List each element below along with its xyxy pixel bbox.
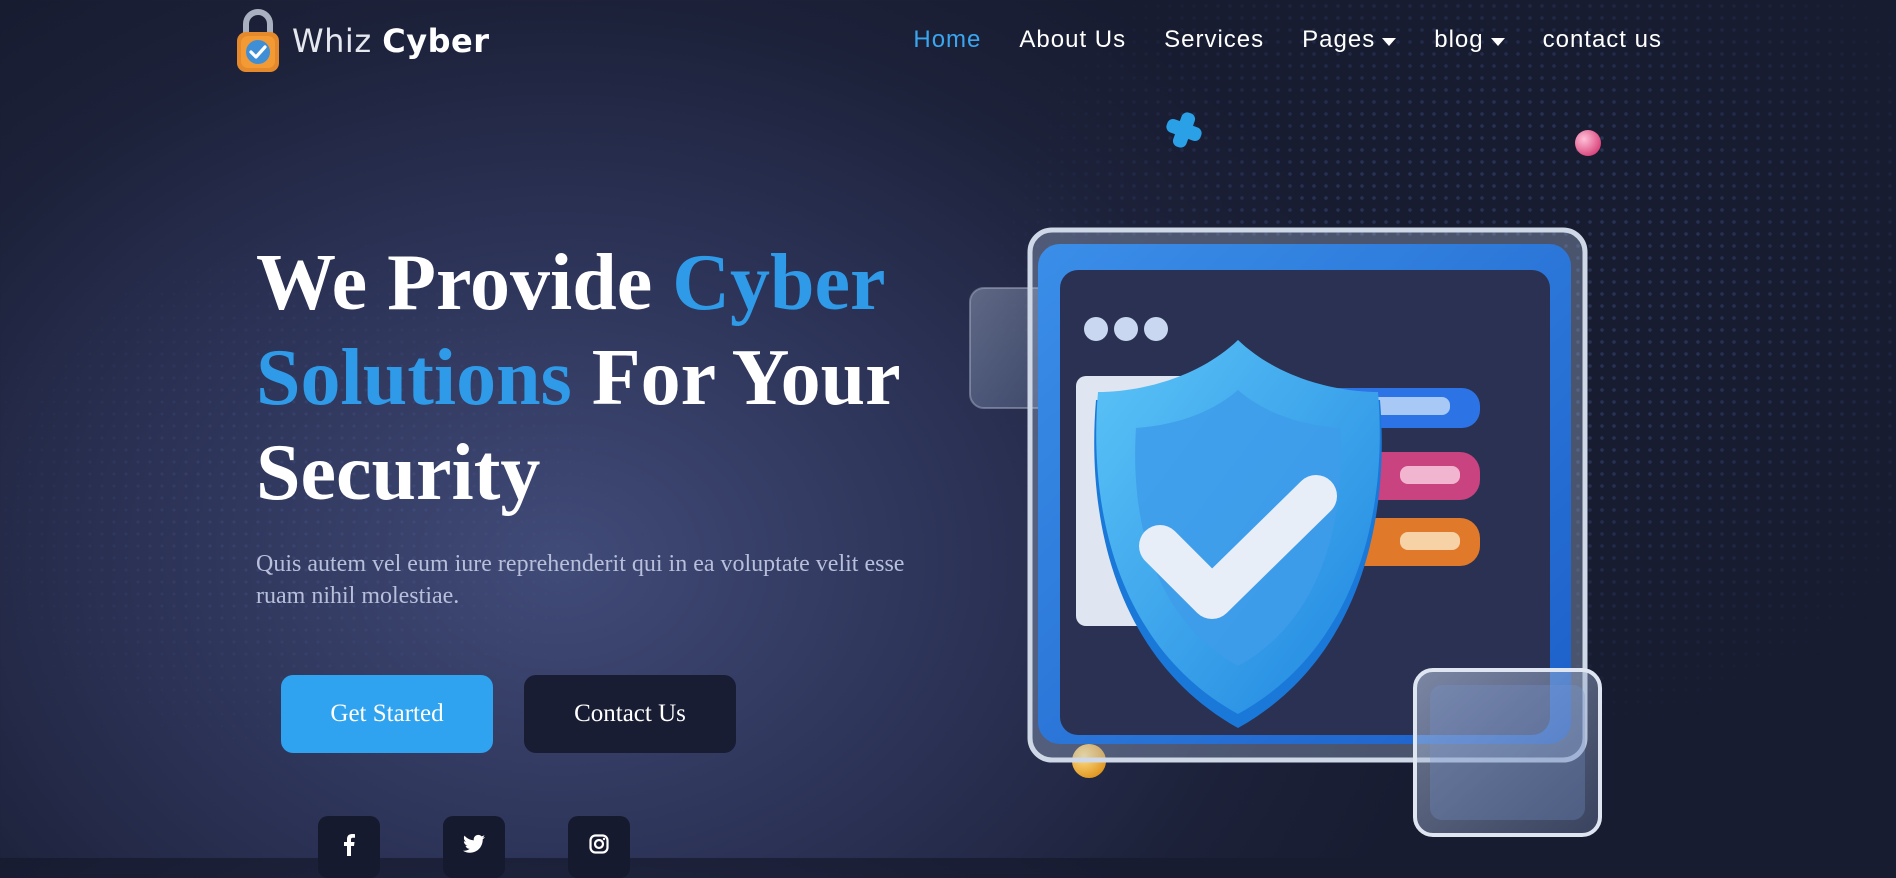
caret-down-icon — [1382, 37, 1397, 46]
brand-name-bold: Cyber — [382, 22, 490, 60]
nav-contact-us-label: contact us — [1542, 26, 1662, 53]
nav-services-label: Services — [1164, 26, 1265, 53]
brand-name: Whiz Cyber — [292, 22, 490, 60]
nav-about-us-label: About Us — [1019, 26, 1127, 53]
instagram-link[interactable] — [568, 816, 630, 878]
hero-title: We Provide Cyber Solutions For Your Securi… — [256, 236, 976, 521]
blue-cross-decoration — [1166, 112, 1202, 148]
get-started-button[interactable]: Get Started — [281, 675, 493, 753]
padlock-shield-icon — [237, 9, 279, 72]
nav-services[interactable]: Services — [1164, 26, 1264, 54]
nav-pages[interactable]: Pages — [1302, 26, 1397, 54]
nav-contact-us[interactable]: contact us — [1543, 26, 1662, 54]
hero-title-accent2: Solutions — [256, 334, 572, 422]
brand-logo[interactable]: Whiz Cyber — [234, 8, 490, 74]
nav-blog-label: blog — [1434, 26, 1484, 53]
hero-title-part1: We Provide — [256, 239, 673, 327]
brand-name-light: Whiz — [292, 22, 372, 60]
nav-about-us[interactable]: About Us — [1019, 26, 1126, 54]
instagram-icon — [589, 834, 609, 854]
nav-pages-label: Pages — [1302, 26, 1376, 53]
facebook-link[interactable] — [318, 816, 380, 878]
caret-down-icon — [1490, 37, 1505, 46]
pink-sphere-decoration — [1575, 130, 1601, 156]
hero-title-part2: For Your — [571, 334, 901, 422]
hero-subtitle: Quis autem vel eum iure reprehenderit qu… — [256, 551, 905, 609]
shield-checkmark-browser-illustration — [969, 112, 1602, 837]
twitter-icon — [463, 834, 485, 853]
nav-home-label: Home — [913, 26, 982, 53]
facebook-icon — [344, 834, 355, 856]
nav-blog[interactable]: blog — [1434, 26, 1505, 54]
main-navigation: Home About Us Services Pages blog contac… — [875, 26, 1662, 54]
hero-title-part3: Security — [256, 429, 541, 517]
nav-home[interactable]: Home — [913, 26, 981, 54]
hero-title-accent1: Cyber — [672, 239, 886, 327]
twitter-link[interactable] — [443, 816, 505, 878]
contact-us-button[interactable]: Contact Us — [524, 675, 736, 753]
